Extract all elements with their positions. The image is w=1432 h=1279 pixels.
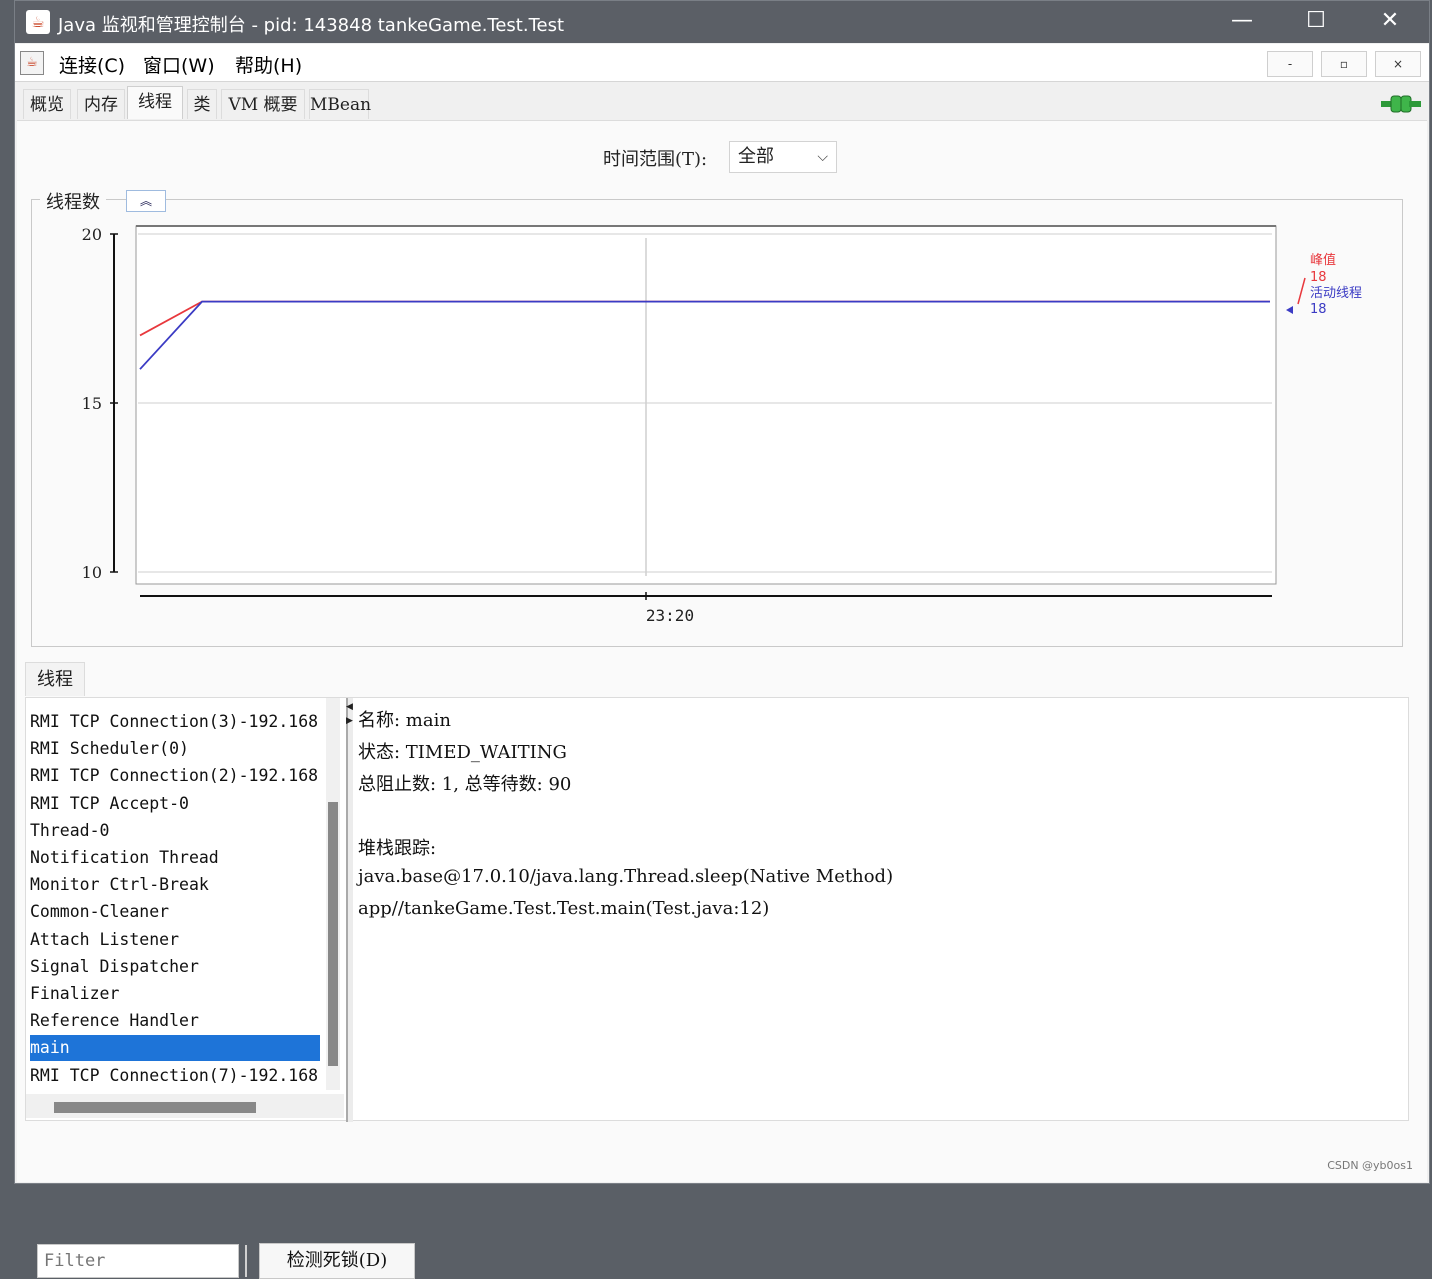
legend-leader-line	[1297, 277, 1306, 305]
java-icon[interactable]: ☕	[20, 51, 44, 75]
tab-memory[interactable]: 内存	[77, 89, 125, 119]
legend-peak-value: 18	[1310, 270, 1327, 285]
thread-count-chart-panel: 20 15 10 23:20 峰值 18 活动线程 18 线程数 ︽	[31, 188, 1403, 647]
collapse-left-arrow-icon[interactable]: ◀	[346, 702, 353, 712]
threads-tab-content: 时间范围(T): 全部 ⌵ 20 15 10 23:20 峰值 18 活动线程 18 线程数 …	[17, 120, 1427, 1279]
threads-panel: -RMI TCP Connection(3)-192.168.RMI Sched…	[25, 697, 1409, 1122]
thread-list-item[interactable]: Monitor Ctrl-Break	[30, 872, 320, 898]
legend-peak-label: 峰值	[1310, 252, 1336, 268]
thread-list-item[interactable]: RMI TCP Connection(7)-192.168.	[30, 1063, 320, 1089]
toolbar-separator	[245, 1245, 247, 1277]
stack-trace-header: 堆栈跟踪:	[358, 838, 437, 859]
y-tick-label: 10	[82, 563, 102, 582]
thread-list-item[interactable]: RMI TCP Connection(2)-192.168.	[30, 763, 320, 789]
app-window: ☕ Java 监视和管理控制台 - pid: 143848 tankeGame.…	[14, 0, 1430, 1279]
double-chevron-up-icon[interactable]: ︽	[126, 190, 166, 212]
stack-frame: app//tankeGame.Test.Test.main(Test.java:…	[358, 898, 770, 919]
menu-help[interactable]: 帮助(H)	[235, 51, 302, 78]
window-title: Java 监视和管理控制台 - pid: 143848 tankeGame.Te…	[58, 15, 565, 36]
tab-classes[interactable]: 类	[187, 89, 217, 119]
java-icon: ☕	[26, 10, 50, 34]
thread-counts-line: 总阻止数: 1, 总等待数: 90	[358, 774, 572, 795]
thread-state-line: 状态: TIMED_WAITING	[358, 742, 567, 763]
y-tick-label: 20	[82, 225, 102, 244]
menu-bar: ☕ 连接(C) 窗口(W) 帮助(H) - ▫ ×	[15, 44, 1429, 82]
legend-pointer-icon	[1286, 306, 1293, 314]
thread-list-item[interactable]: RMI Scheduler(0)	[30, 736, 320, 762]
thread-list-item[interactable]: Reference Handler	[30, 1008, 320, 1034]
mdi-close-button[interactable]: ×	[1375, 51, 1421, 77]
thread-list-item[interactable]: Thread-0	[30, 818, 320, 844]
minimize-button[interactable]: —	[1205, 1, 1279, 43]
thread-count-chart: 20 15 10 23:20 峰值 18活动线程18	[82, 225, 1362, 625]
tab-bar: 概览 内存 线程 类 VM 概要 MBean	[15, 85, 1429, 121]
thread-name-line: 名称: main	[358, 710, 451, 731]
thread-list-item[interactable]: Common-Cleaner	[30, 899, 320, 925]
close-button[interactable]: ✕	[1353, 1, 1427, 43]
thread-list[interactable]: -RMI TCP Connection(3)-192.168.RMI Sched…	[26, 701, 344, 1093]
tab-overview[interactable]: 概览	[23, 89, 71, 119]
mdi-minimize-button[interactable]: -	[1267, 51, 1313, 77]
legend-live-label: 活动线程	[1310, 286, 1362, 301]
chart-title: 线程数	[40, 188, 106, 214]
detect-deadlock-button[interactable]: 检测死锁(D)	[259, 1243, 415, 1279]
stack-frame: java.base@17.0.10/java.lang.Thread.sleep…	[358, 866, 894, 887]
thread-list-vscroll-thumb[interactable]	[328, 802, 338, 1066]
tab-mbean[interactable]: MBean	[309, 89, 371, 119]
watermark: CSDN @yb0os1	[1327, 1159, 1413, 1172]
time-range-value: 全部	[738, 146, 774, 167]
thread-filter-input[interactable]	[37, 1244, 239, 1278]
connection-plug-icon	[1381, 95, 1421, 113]
x-tick-label: 23:20	[646, 606, 694, 625]
chevron-down-icon: ⌵	[817, 149, 828, 165]
plot-area	[135, 225, 1277, 585]
thread-list-item[interactable]: Notification Thread	[30, 845, 320, 871]
time-range-select[interactable]: 全部 ⌵	[729, 141, 837, 173]
menu-connect[interactable]: 连接(C)	[59, 51, 125, 78]
tab-threads[interactable]: 线程	[127, 86, 183, 119]
thread-list-item[interactable]: Attach Listener	[30, 927, 320, 953]
thread-list-item[interactable]: main	[30, 1035, 320, 1062]
thread-list-item[interactable]: RMI TCP Connection(3)-192.168.	[30, 709, 320, 735]
mdi-restore-button[interactable]: ▫	[1321, 51, 1367, 77]
tab-vm-summary[interactable]: VM 概要	[221, 89, 305, 119]
thread-list-item[interactable]: RMI TCP Accept-0	[30, 791, 320, 817]
legend-live-value: 18	[1310, 302, 1327, 317]
thread-list-item[interactable]: Signal Dispatcher	[30, 954, 320, 980]
maximize-button[interactable]: ☐	[1279, 1, 1353, 43]
time-range-label: 时间范围(T):	[603, 149, 708, 170]
thread-list-hscroll-thumb[interactable]	[54, 1102, 256, 1113]
thread-list-item[interactable]: Finalizer	[30, 981, 320, 1007]
menu-window[interactable]: 窗口(W)	[143, 51, 215, 78]
threads-section-tab: 线程	[25, 662, 85, 696]
title-bar[interactable]: ☕ Java 监视和管理控制台 - pid: 143848 tankeGame.…	[15, 1, 1429, 43]
y-tick-label: 15	[82, 394, 102, 413]
collapse-right-arrow-icon[interactable]: ▶	[346, 716, 353, 726]
split-divider[interactable]: ◀ ▶	[346, 698, 353, 1122]
